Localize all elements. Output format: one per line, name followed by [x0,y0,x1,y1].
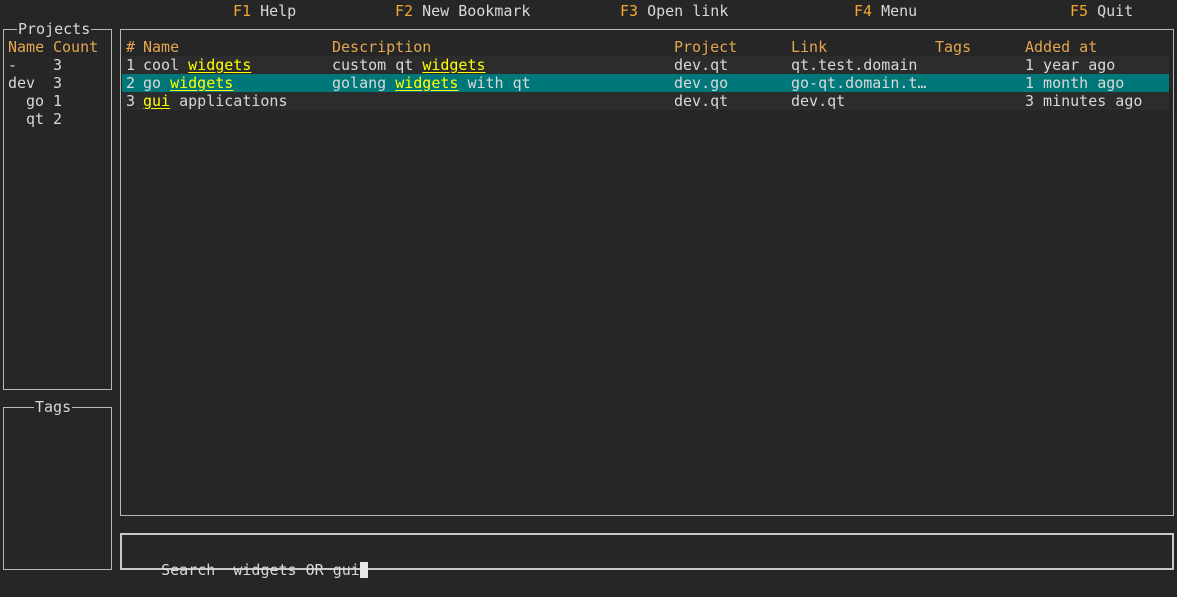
project-row[interactable]: qt 2 [8,110,108,128]
bookmark-project: dev.go [674,74,729,92]
tags-panel-title: Tags [34,398,73,416]
search-match-highlight: widgets [188,56,252,74]
search-bar[interactable]: Search widgets OR gui [120,533,1174,579]
projects-header-count: Count [53,38,99,56]
search-match-highlight: widgets [422,56,486,74]
bookmark-name: gui applications [143,92,328,110]
header-id: # [126,38,136,56]
bookmark-row[interactable]: 1 cool widgets custom qt widgets dev.qt … [122,56,1169,74]
text-segment: cool [143,56,189,74]
project-row[interactable]: - 3 [8,56,108,74]
bookmark-id: 1 [126,56,136,74]
project-row[interactable]: dev 3 [8,74,108,92]
text-segment: applications [170,92,288,110]
f2-key-label: F2 [395,2,414,20]
bookmark-id: 2 [126,74,136,92]
projects-panel-title: Projects [17,20,92,38]
bookmark-row-selected[interactable]: 2 go widgets golang widgets with qt dev.… [122,74,1169,92]
f2-new-bookmark-key[interactable]: F2 New Bookmark [395,2,530,20]
f3-key-label: F3 [620,2,639,20]
bookmark-description: custom qt widgets [332,56,670,74]
text-segment: with qt [458,74,531,92]
bookmark-name: cool widgets [143,56,328,74]
search-match-highlight: widgets [395,74,459,92]
header-description: Description [332,38,432,56]
bookmark-link[interactable]: qt.test.domain [791,56,931,74]
search-label: Search [161,561,216,579]
bookmark-project: dev.qt [674,56,729,74]
f4-action-label: Menu [881,2,918,20]
bookmark-description: golang widgets with qt [332,74,670,92]
bookmark-project: dev.qt [674,92,729,110]
header-added: Added at [1025,38,1098,56]
project-name: dev [8,74,36,92]
bookmark-added: 1 month ago [1025,74,1125,92]
f3-action-label: Open link [647,2,729,20]
header-tags: Tags [935,38,972,56]
tags-panel[interactable]: Tags [3,398,112,570]
project-name: - [8,56,18,74]
bookmark-link[interactable]: dev.qt [791,92,931,110]
header-project: Project [674,38,738,56]
project-name: qt [26,110,45,128]
text-segment: golang [332,74,396,92]
bookmarks-header-row: # Name Description Project Link Tags Add… [121,38,1169,56]
search-input[interactable]: widgets OR gui [233,561,359,579]
bookmarks-panel[interactable]: # Name Description Project Link Tags Add… [120,29,1174,516]
project-count: 3 [53,74,63,92]
f1-key-label: F1 [233,2,252,20]
project-count: 3 [53,56,63,74]
search-match-highlight: widgets [170,74,234,92]
bookmark-added: 3 minutes ago [1025,92,1143,110]
f4-menu-key[interactable]: F4 Menu [854,2,917,20]
bookmark-name: go widgets [143,74,328,92]
project-name: go [26,92,45,110]
project-row[interactable]: go 1 [8,92,108,110]
header-name: Name [143,38,180,56]
search-row[interactable]: Search widgets OR gui [125,543,1165,579]
text-segment: go [143,74,171,92]
f5-action-label: Quit [1097,2,1134,20]
project-count: 1 [53,92,63,110]
f5-key-label: F5 [1070,2,1089,20]
f4-key-label: F4 [854,2,873,20]
text-segment: custom qt [332,56,423,74]
project-count: 2 [53,110,63,128]
projects-header-row: Name Count [8,38,108,56]
f2-action-label: New Bookmark [422,2,531,20]
f1-help-key[interactable]: F1 Help [233,2,296,20]
header-link: Link [791,38,828,56]
bookmark-id: 3 [126,92,136,110]
bookmark-added: 1 year ago [1025,56,1116,74]
search-match-highlight: gui [143,92,171,110]
projects-header-name: Name [8,38,45,56]
bookmark-row[interactable]: 3 gui applications dev.qt dev.qt 3 minut… [122,92,1169,110]
f1-action-label: Help [260,2,297,20]
f3-open-link-key[interactable]: F3 Open link [620,2,728,20]
projects-panel[interactable]: Projects Name Count - 3 dev 3 go 1 qt 2 [3,20,112,390]
bookmark-link[interactable]: go-qt.domain.t… [791,74,931,92]
f5-quit-key[interactable]: F5 Quit [1070,2,1133,20]
